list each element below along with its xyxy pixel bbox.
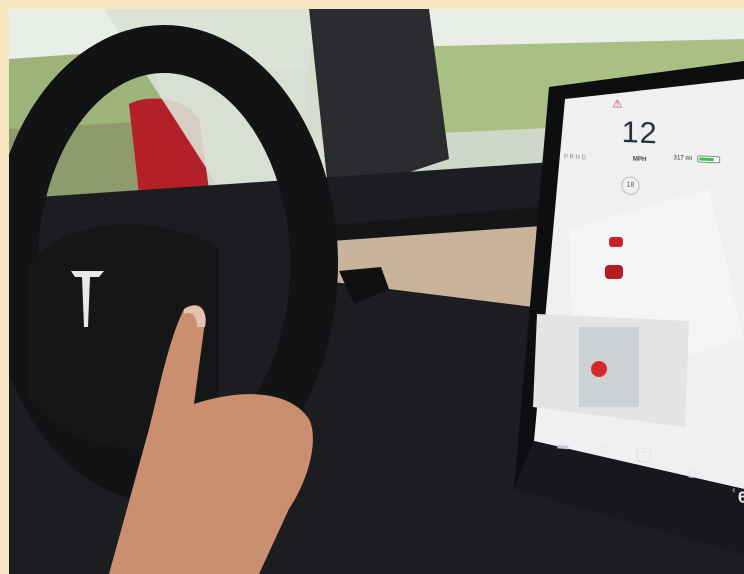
gear-selector: P R N D [563,154,586,162]
battery-indicator [697,155,721,164]
seatbelt-warning-icon: ⚠ [612,98,623,111]
chevron-up-icon[interactable]: ⌃ [636,447,651,463]
range-readout: 317 mi [673,155,693,163]
speed-readout: 12 [621,115,658,151]
battery-fill [699,157,714,162]
car-interior-photo: ⚠ 12 MPH P R N D 317 mi 18 ▬ ♫ ⌃ ✆ ‹ 6 [9,9,744,574]
music-note-icon[interactable]: ♫ [594,439,612,459]
car-icon[interactable]: ▬ [554,436,572,456]
touchscreen-ui: ⚠ 12 MPH P R N D 317 mi 18 ▬ ♫ ⌃ ✆ ‹ 6 [554,91,744,507]
phone-icon[interactable]: ✆ [682,463,701,483]
temperature-readout[interactable]: 6 [738,489,744,508]
speed-unit: MPH [632,156,647,164]
photo-frame: ⚠ 12 MPH P R N D 317 mi 18 ▬ ♫ ⌃ ✆ ‹ 6 [0,0,744,574]
speed-limit-sign: 18 [621,176,640,196]
